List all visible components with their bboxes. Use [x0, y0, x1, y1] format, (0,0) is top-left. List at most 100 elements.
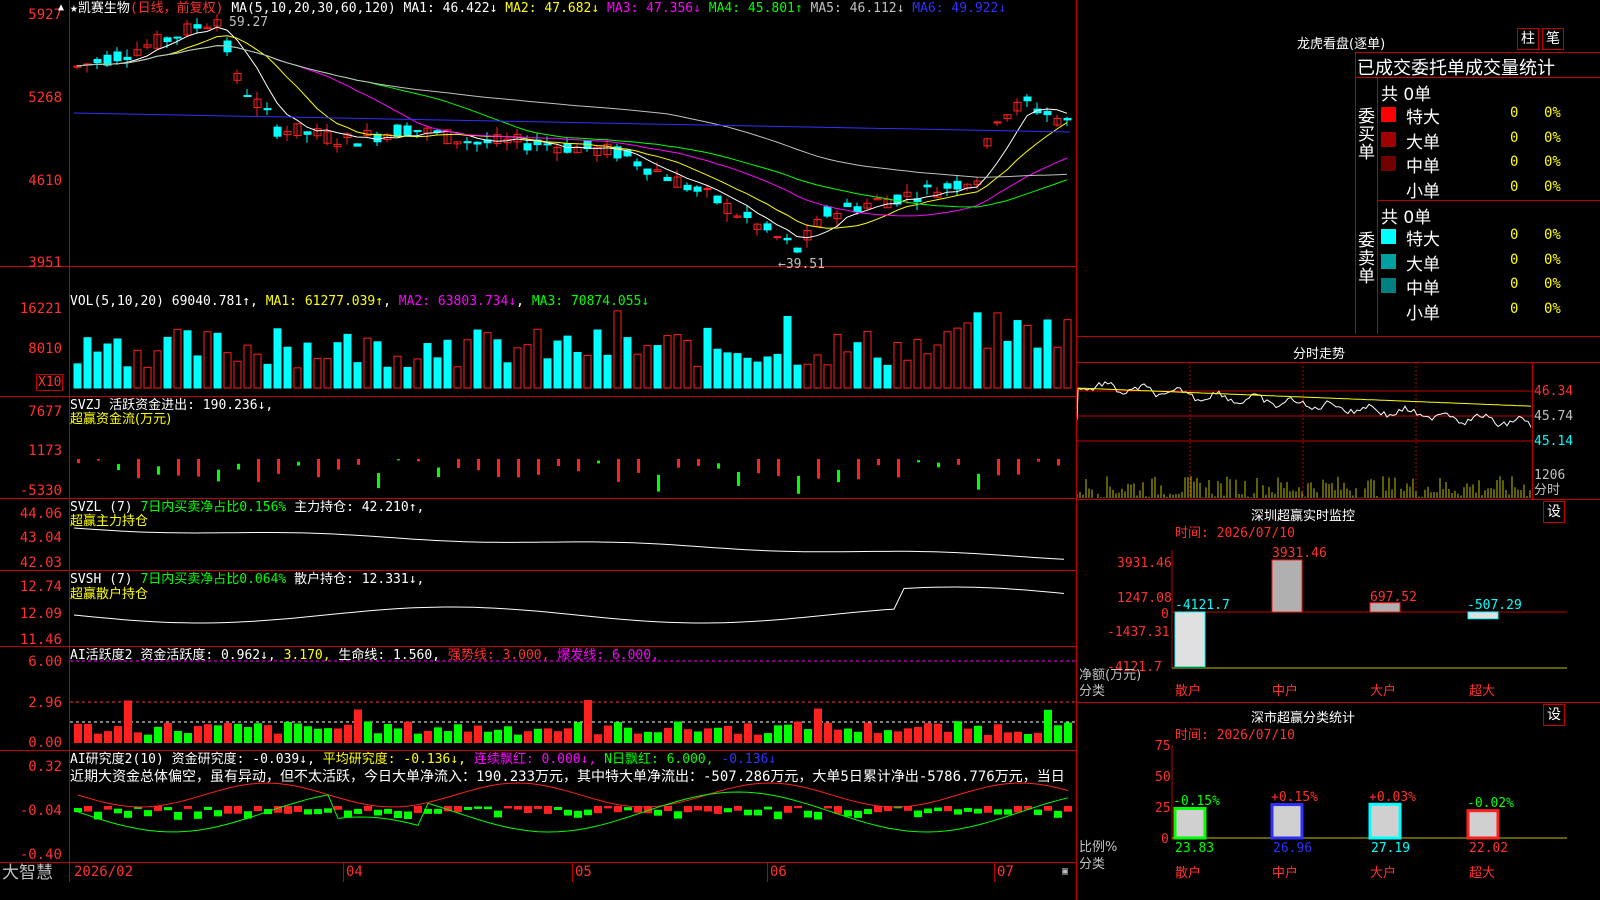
- research-bar: [524, 806, 532, 813]
- volume-bar: [963, 322, 972, 389]
- activity-bar: [504, 726, 512, 743]
- activity-bar: [564, 728, 572, 743]
- flow-bar: [657, 474, 660, 492]
- flow-bar: [817, 459, 820, 479]
- candle-body: [463, 141, 472, 144]
- activity-bar: [854, 731, 862, 743]
- activity-bar: [684, 729, 692, 743]
- volume-bar: [793, 364, 802, 389]
- research-bar: [1054, 810, 1062, 818]
- research-bar: [304, 809, 312, 815]
- volume-bar: [423, 343, 432, 389]
- flow-bar: [577, 459, 580, 472]
- research-bar: [744, 809, 752, 816]
- volume-bar: [203, 331, 212, 389]
- activity-bar: [494, 729, 502, 743]
- volume-bar: [933, 344, 942, 389]
- research-bar: [454, 806, 462, 813]
- activity-bar: [514, 734, 522, 743]
- candle-body: [853, 206, 862, 213]
- volume-bar: [493, 339, 502, 389]
- flow-bar: [977, 473, 980, 490]
- cls-bar: [1270, 803, 1304, 840]
- candle-body: [93, 58, 102, 64]
- candle-body: [843, 202, 852, 208]
- research-bar: [674, 811, 682, 819]
- volume-bar: [183, 330, 192, 389]
- intraday-avg-line: [1077, 387, 1532, 421]
- research-bar: [964, 807, 972, 812]
- research-bar: [364, 806, 372, 811]
- volume-bar: [973, 312, 982, 389]
- activity-bar: [584, 700, 592, 743]
- volume-bar: [573, 351, 582, 389]
- ma-line: [76, 45, 1068, 208]
- research-bar: [854, 810, 862, 818]
- flow-bar: [637, 459, 640, 473]
- volume-bar: [613, 310, 622, 389]
- svsh-line: [73, 586, 1065, 624]
- activity-bar: [604, 725, 612, 743]
- volume-bar: [433, 357, 442, 389]
- research-bar: [394, 811, 402, 819]
- candle-body: [123, 56, 132, 61]
- research-bar: [984, 806, 992, 813]
- volume-bar: [283, 346, 292, 389]
- volume-bar: [873, 357, 882, 389]
- activity-bar: [784, 724, 792, 743]
- volume-bar: [823, 364, 832, 389]
- activity-bar: [1014, 731, 1022, 743]
- candle-body: [413, 130, 422, 133]
- research-bar: [684, 806, 692, 813]
- volume-bar: [173, 328, 182, 389]
- activity-bar: [614, 722, 622, 743]
- volume-bar: [943, 331, 952, 389]
- volume-bar: [83, 337, 92, 389]
- chart-area[interactable]: 5927 5268 4610 3951 ▲ ★凯赛生物(日线，前复权) MA(5…: [0, 0, 1077, 900]
- activity-bar: [414, 733, 422, 743]
- flow-bar: [357, 459, 360, 465]
- activity-bar: [634, 733, 642, 743]
- research-bar: [154, 806, 162, 811]
- activity-bar: [724, 725, 732, 743]
- research-bar: [734, 806, 742, 811]
- volume-bar: [633, 353, 642, 389]
- research-bar: [294, 806, 302, 812]
- research-bar: [204, 806, 212, 810]
- activity-bar: [744, 723, 752, 743]
- activity-bar: [1064, 722, 1072, 743]
- activity-bar: [164, 722, 172, 743]
- volume-bar: [953, 327, 962, 389]
- candle-body: [773, 236, 782, 239]
- volume-bar: [403, 366, 412, 389]
- activity-bar: [114, 726, 122, 743]
- candle-body: [683, 184, 692, 191]
- sz-bar: [1174, 611, 1206, 668]
- svzl-line: [73, 527, 1065, 560]
- research-bar: [84, 806, 92, 812]
- research-bar: [534, 806, 542, 809]
- activity-bar: [954, 721, 962, 743]
- candle-body: [393, 124, 402, 137]
- flow-bar: [877, 459, 880, 466]
- candle-body: [663, 176, 672, 182]
- volume-bar: [993, 312, 1002, 389]
- research-bar: [934, 807, 942, 812]
- activity-bar: [384, 723, 392, 743]
- volume-bar: [93, 351, 102, 389]
- activity-bar: [894, 731, 902, 743]
- flow-bar: [377, 473, 380, 489]
- candle-body: [523, 143, 532, 151]
- activity-bar: [194, 726, 202, 743]
- research-bar: [114, 808, 122, 814]
- activity-bar: [794, 721, 802, 743]
- volume-bar: [733, 353, 742, 389]
- ma-line: [76, 45, 1068, 217]
- volume-bar: [333, 342, 342, 389]
- candle-body: [403, 125, 412, 136]
- flow-bar: [797, 475, 800, 494]
- volume-bar: [903, 359, 912, 389]
- activity-bar: [264, 725, 272, 743]
- activity-bar: [824, 722, 832, 743]
- research-bar: [704, 806, 712, 812]
